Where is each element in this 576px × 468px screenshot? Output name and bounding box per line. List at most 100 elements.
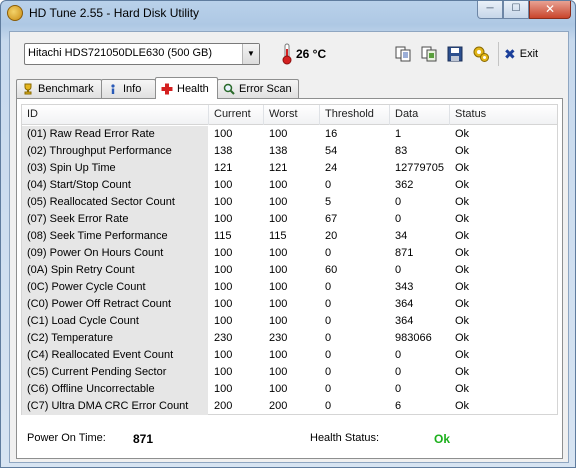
attribute-current: 100 [214,196,233,208]
table-row[interactable]: (01) Raw Read Error Rate 100 100 16 1 Ok [22,126,557,143]
attribute-worst: 100 [269,366,288,378]
minimize-button[interactable]: ─ [477,1,503,19]
attribute-current: 100 [214,298,233,310]
tab-benchmark[interactable]: Benchmark [16,79,102,98]
column-header-data[interactable]: Data [390,105,450,125]
attribute-status: Ok [455,400,470,412]
attribute-data: 983066 [395,332,432,344]
attribute-id: (C0) Power Off Retract Count [27,298,172,310]
table-row[interactable]: (07) Seek Error Rate 100 100 67 0 Ok [22,211,557,228]
chevron-down-icon[interactable]: ▼ [242,44,259,64]
attribute-current: 100 [214,281,233,293]
table-row[interactable]: (C6) Offline Uncorrectable 100 100 0 0 Ok [22,381,557,398]
attribute-threshold: 24 [325,162,338,174]
attribute-worst: 100 [269,179,288,191]
table-row[interactable]: (C5) Current Pending Sector 100 100 0 0 Ok [22,364,557,381]
attribute-status: Ok [455,298,470,310]
column-header-current[interactable]: Current [209,105,264,125]
table-row[interactable]: (02) Throughput Performance 138 138 54 83 Ok [22,143,557,160]
attribute-worst: 100 [269,315,288,327]
temperature-readout: 26 °C [296,47,327,61]
health-panel: ID Current Worst Threshold Data Status (… [16,98,563,459]
tab-info[interactable]: Info [101,79,156,98]
attribute-id: (05) Reallocated Sector Count [27,196,175,208]
health-status-label: Health Status: [310,432,380,444]
exit-icon: ✖ [504,45,516,62]
attribute-threshold: 0 [325,179,332,191]
attribute-data: 0 [395,383,402,395]
copy-screenshot-icon[interactable] [420,45,438,63]
power-on-time-value: 871 [133,432,154,446]
attribute-current: 100 [214,366,233,378]
attribute-status: Ok [455,247,470,259]
table-row[interactable]: (09) Power On Hours Count 100 100 0 871 Ok [22,245,557,262]
attribute-threshold: 67 [325,213,338,225]
attribute-worst: 138 [269,145,288,157]
tab-health[interactable]: Health [155,77,218,99]
attribute-worst: 100 [269,349,288,361]
attribute-data: 83 [395,145,408,157]
attribute-id: (01) Raw Read Error Rate [27,128,155,140]
attribute-threshold: 0 [325,281,332,293]
attribute-threshold: 20 [325,230,338,242]
attribute-data: 0 [395,213,402,225]
info-icon [111,84,115,94]
attribute-current: 100 [214,383,233,395]
attribute-status: Ok [455,281,470,293]
close-button[interactable]: ✕ [529,1,571,19]
options-icon[interactable] [472,45,490,63]
attribute-current: 115 [214,230,232,242]
attribute-data: 34 [395,230,408,242]
column-header-worst[interactable]: Worst [264,105,320,125]
table-row[interactable]: (C2) Temperature 230 230 0 983066 Ok [22,330,557,347]
column-header-threshold[interactable]: Threshold [320,105,390,125]
title-bar[interactable]: HD Tune 2.55 - Hard Disk Utility ─ ☐ ✕ [1,1,575,25]
attribute-id: (C7) Ultra DMA CRC Error Count [27,400,189,412]
table-row[interactable]: (04) Start/Stop Count 100 100 0 362 Ok [22,177,557,194]
table-row[interactable]: (C1) Load Cycle Count 100 100 0 364 Ok [22,313,557,330]
attribute-id: (07) Seek Error Rate [27,213,129,225]
attribute-id: (03) Spin Up Time [27,162,116,174]
attribute-id: (C1) Load Cycle Count [27,315,139,327]
save-icon[interactable] [446,45,464,63]
maximize-button[interactable]: ☐ [503,1,529,19]
attribute-threshold: 60 [325,264,338,276]
table-row[interactable]: (C0) Power Off Retract Count 100 100 0 364 Ok [22,296,557,313]
attribute-status: Ok [455,145,470,157]
table-row[interactable]: (C4) Reallocated Event Count 100 100 0 0 Ok [22,347,557,364]
table-row[interactable]: (C7) Ultra DMA CRC Error Count 200 200 0 6 Ok [22,398,557,415]
attribute-status: Ok [455,196,470,208]
attribute-threshold: 16 [325,128,338,140]
attribute-threshold: 0 [325,366,332,378]
window-title: HD Tune 2.55 - Hard Disk Utility [29,6,200,20]
smart-attributes-table[interactable]: ID Current Worst Threshold Data Status (… [21,104,558,415]
tab-label: Health [177,82,209,95]
attribute-current: 200 [214,400,233,412]
tab-label: Benchmark [38,83,94,95]
table-row[interactable]: (0A) Spin Retry Count 100 100 60 0 Ok [22,262,557,279]
table-row[interactable]: (05) Reallocated Sector Count 100 100 5 0 Ok [22,194,557,211]
toolbar-separator [498,42,499,66]
health-summary: Power On Time: 871 Health Status: Ok [17,421,562,457]
copy-text-icon[interactable] [394,45,412,63]
column-header-id[interactable]: ID [22,105,209,125]
attribute-worst: 100 [269,298,288,310]
attribute-status: Ok [455,349,470,361]
attribute-data: 0 [395,196,402,208]
attribute-worst: 230 [269,332,288,344]
exit-button[interactable]: ✖ Exit [504,45,538,63]
attribute-threshold: 0 [325,247,332,259]
table-row[interactable]: (03) Spin Up Time 121 121 24 12779705 Ok [22,160,557,177]
drive-select[interactable]: Hitachi HDS721050DLE630 (500 GB) ▼ [24,43,260,65]
benchmark-icon [24,83,32,95]
table-row[interactable]: (08) Seek Time Performance 115 115 20 34 Ok [22,228,557,245]
attribute-threshold: 0 [325,315,332,327]
column-header-status[interactable]: Status [450,105,557,125]
attribute-id: (C2) Temperature [27,332,113,344]
attribute-threshold: 5 [325,196,332,208]
attribute-threshold: 0 [325,400,332,412]
table-row[interactable]: (0C) Power Cycle Count 100 100 0 343 Ok [22,279,557,296]
exit-label: Exit [519,48,539,60]
tab-error-scan[interactable]: Error Scan [217,79,299,98]
attribute-current: 100 [214,247,233,259]
